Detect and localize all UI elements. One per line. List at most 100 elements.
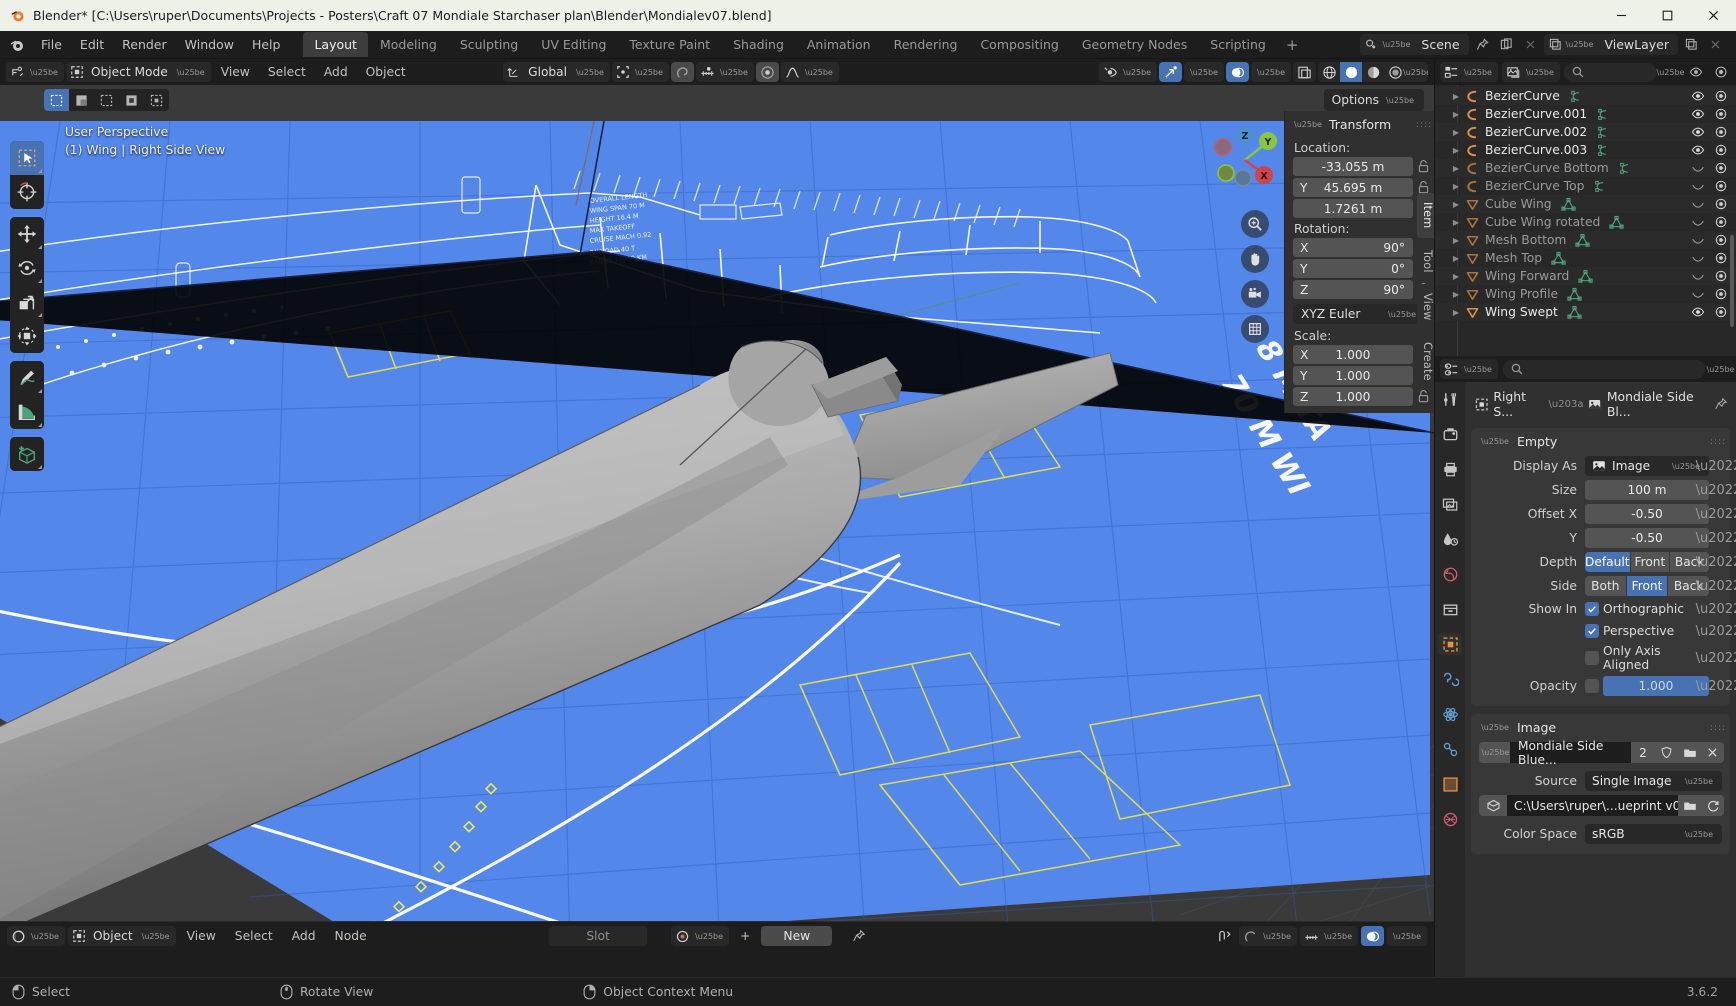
outliner-row[interactable]: ▶ Wing Forward — [1435, 267, 1736, 285]
eye-closed-icon[interactable] — [1691, 161, 1705, 175]
tab-collection-properties[interactable] — [1438, 598, 1462, 620]
fake-user-shield-icon[interactable] — [1655, 742, 1678, 763]
outliner-row[interactable]: ▶ BezierCurve.001 — [1435, 105, 1736, 123]
eye-closed-icon[interactable] — [1691, 197, 1705, 211]
proportional-edit-toggle[interactable] — [755, 62, 779, 82]
tab-object-properties[interactable] — [1438, 633, 1462, 655]
shader-editor-type[interactable]: \u25be — [7, 926, 65, 946]
object-data-icon[interactable] — [1560, 197, 1576, 212]
object-data-icon[interactable] — [1578, 269, 1593, 284]
tab-layout[interactable]: Layout — [303, 32, 368, 57]
side-option-front[interactable]: Front — [1626, 576, 1669, 596]
outliner-row[interactable]: ▶ BezierCurve — [1435, 87, 1736, 105]
empty-panel-header[interactable]: \u25be Empty :::: — [1471, 428, 1730, 454]
eye-open-icon[interactable] — [1691, 305, 1705, 319]
object-data-icon[interactable] — [1551, 251, 1566, 266]
eye-open-icon[interactable] — [1691, 143, 1705, 157]
tab-data-properties[interactable] — [1438, 773, 1462, 795]
tool-scale[interactable] — [10, 285, 44, 319]
editor-type-selector[interactable]: \u25be — [6, 62, 64, 82]
eye-closed-icon[interactable] — [1691, 269, 1705, 283]
object-data-icon[interactable] — [1609, 215, 1624, 230]
render-visibility-icon[interactable] — [1714, 125, 1728, 139]
shading-solid-icon[interactable] — [1340, 62, 1362, 82]
shading-material-icon[interactable] — [1362, 62, 1384, 82]
tab-output-properties[interactable] — [1438, 458, 1462, 480]
scale-z-field[interactable]: Z 1.000 — [1293, 387, 1413, 406]
render-visibility-icon[interactable] — [1714, 197, 1728, 211]
transform-orientation-selector[interactable]: Global \u25be — [503, 62, 610, 82]
node-overlay-toggle[interactable] — [1361, 926, 1385, 946]
shader-menu-view[interactable]: View — [179, 926, 224, 946]
snap-node-icon[interactable] — [1213, 926, 1236, 946]
eye-open-icon[interactable] — [1691, 107, 1705, 121]
zoom-icon[interactable] — [1241, 210, 1269, 238]
outliner-object-name[interactable]: BezierCurve.001 — [1482, 107, 1587, 121]
outliner-row[interactable]: ▶ Wing Profile — [1435, 285, 1736, 303]
transform-panel-header[interactable]: \u25be Transform :::: — [1285, 111, 1434, 138]
tab-texture-paint[interactable]: Texture Paint — [618, 32, 721, 57]
filepath-field[interactable]: C:\Users\ruper\...ueprint v01.jpg — [1507, 795, 1678, 816]
outliner-object-name[interactable]: Cube Wing — [1482, 197, 1552, 211]
outliner-object-name[interactable]: Wing Forward — [1482, 269, 1569, 283]
expand-triangle-icon[interactable]: ▶ — [1449, 128, 1463, 137]
pin-scene-icon[interactable] — [1472, 34, 1493, 55]
render-visibility-icon[interactable] — [1714, 161, 1728, 175]
tab-tool-properties[interactable] — [1438, 388, 1462, 410]
outliner-row[interactable]: ▶ BezierCurve Top — [1435, 177, 1736, 195]
outliner-row[interactable]: ▶ Mesh Top — [1435, 249, 1736, 267]
object-data-icon[interactable] — [1596, 143, 1611, 158]
object-mode-selector[interactable]: Object Mode \u25be — [65, 62, 211, 82]
animate-dot[interactable]: \u2022 — [1696, 679, 1736, 694]
slot-selector[interactable]: Slot — [549, 926, 648, 946]
snap-settings[interactable]: \u25be — [695, 62, 754, 82]
shader-menu-select[interactable]: Select — [227, 926, 281, 946]
viewport-options-button[interactable]: Options \u25be — [1323, 89, 1424, 111]
tab-scene-properties[interactable] — [1438, 528, 1462, 550]
menu-file[interactable]: File — [32, 33, 71, 56]
panel-grip[interactable]: :::: — [1710, 437, 1725, 446]
object-data-icon[interactable] — [1618, 161, 1633, 176]
close-button[interactable] — [1690, 0, 1736, 31]
tool-measure[interactable] — [10, 395, 44, 429]
render-visibility-icon[interactable] — [1714, 251, 1728, 265]
eye-open-icon[interactable] — [1691, 89, 1705, 103]
object-data-icon[interactable] — [1567, 305, 1582, 320]
orthographic-checkbox[interactable] — [1585, 602, 1599, 616]
tool-annotate[interactable] — [10, 361, 44, 395]
outliner-object-name[interactable]: BezierCurve.002 — [1482, 125, 1587, 139]
viewport-menu-object[interactable]: Object — [358, 62, 414, 82]
tool-move[interactable] — [10, 217, 44, 251]
rotation-x-row[interactable]: X 90° — [1285, 237, 1434, 258]
pivot-point-selector[interactable]: \u25be — [611, 62, 669, 82]
display-as-dropdown[interactable]: Image \u25be — [1585, 456, 1709, 476]
tab-modifier-properties[interactable] — [1438, 668, 1462, 690]
animate-dot[interactable]: \u2022 — [1696, 507, 1736, 522]
location-y-row[interactable]: Y 45.695 m — [1285, 177, 1434, 198]
render-visibility-icon[interactable] — [1714, 269, 1728, 283]
eye-closed-icon[interactable] — [1691, 215, 1705, 229]
outliner-row[interactable]: ▶ BezierCurve.003 — [1435, 141, 1736, 159]
animate-dot[interactable]: \u2022 — [1696, 483, 1736, 498]
animate-dot[interactable]: \u2022 — [1696, 651, 1736, 666]
expand-triangle-icon[interactable]: ▶ — [1449, 218, 1463, 227]
offset-x-field[interactable]: -0.50 — [1585, 504, 1709, 524]
object-data-icon[interactable] — [1593, 179, 1608, 194]
scene-selector[interactable]: \u25be Scene — [1360, 34, 1469, 55]
perspective-checkbox[interactable] — [1585, 624, 1599, 638]
expand-triangle-icon[interactable]: ▶ — [1449, 236, 1463, 245]
shader-menu-add[interactable]: Add — [284, 926, 324, 946]
location-x-row[interactable]: -33.055 m — [1285, 156, 1434, 177]
expand-triangle-icon[interactable]: ▶ — [1449, 272, 1463, 281]
eye-closed-icon[interactable] — [1691, 179, 1705, 193]
object-data-icon[interactable] — [1596, 107, 1611, 122]
tab-physics-properties[interactable] — [1438, 703, 1462, 725]
pin-icon[interactable] — [1714, 397, 1728, 411]
viewport-menu-select[interactable]: Select — [260, 62, 314, 82]
tab-world-properties[interactable] — [1438, 563, 1462, 585]
select-extend-icon[interactable] — [69, 89, 94, 111]
outliner-row[interactable]: ▶ BezierCurve Bottom — [1435, 159, 1736, 177]
ntab-create[interactable]: Create — [1417, 332, 1434, 390]
image-name-field[interactable]: Mondiale Side Blue... — [1510, 739, 1631, 767]
animate-dot[interactable]: \u2022 — [1696, 579, 1736, 594]
